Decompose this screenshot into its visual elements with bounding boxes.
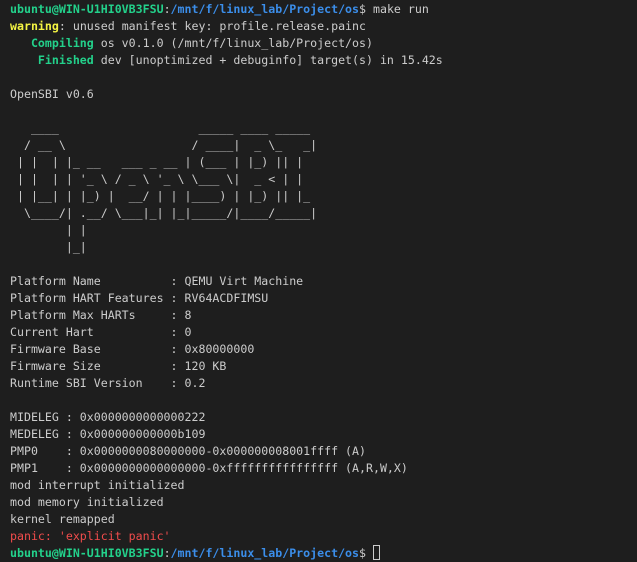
- register-line: PMP0 : 0x0000000080000000-0x000000008001…: [10, 444, 366, 458]
- compiling-label: Compiling: [10, 36, 94, 50]
- user-host: ubuntu@WIN-U1HI0VB3FSU: [10, 546, 164, 560]
- compiling-text: os v0.1.0 (/mnt/f/linux_lab/Project/os): [93, 36, 373, 50]
- terminal[interactable]: ubuntu@WIN-U1HI0VB3FSU:/mnt/f/linux_lab/…: [0, 0, 637, 562]
- panic-message: panic: 'explicit panic': [10, 529, 171, 543]
- compiling-line: Compiling os v0.1.0 (/mnt/f/linux_lab/Pr…: [10, 35, 637, 52]
- platform-info-line: Runtime SBI Version : 0.2: [10, 376, 206, 390]
- kernel-log-line: mod interrupt initialized: [10, 478, 185, 492]
- warning-text: : unused manifest key: profile.release.p…: [58, 19, 366, 33]
- finished-text: dev [unoptimized + debuginfo] target(s) …: [93, 53, 443, 67]
- prompt-line[interactable]: ubuntu@WIN-U1HI0VB3FSU:/mnt/f/linux_lab/…: [10, 545, 637, 562]
- kernel-log-line: mod memory initialized: [10, 495, 164, 509]
- platform-info-line: Platform Name : QEMU Virt Machine: [10, 274, 304, 288]
- user-host: ubuntu@WIN-U1HI0VB3FSU: [10, 2, 164, 16]
- register-line: PMP1 : 0x0000000000000000-0xffffffffffff…: [10, 461, 408, 475]
- logo-line: |_|: [10, 240, 87, 254]
- register-line: MEDELEG : 0x000000000000b109: [10, 427, 206, 441]
- platform-info-line: Platform Max HARTs : 8: [10, 308, 192, 322]
- opensbi-version: OpenSBI v0.6: [10, 87, 94, 101]
- prompt-symbol: $: [359, 2, 366, 16]
- logo-line: | |__| | |_) | __/ | | |____) | |_) || |…: [10, 189, 311, 203]
- register-line: MIDELEG : 0x0000000000000222: [10, 410, 206, 424]
- logo-line: | |: [10, 223, 87, 237]
- platform-info-line: Platform HART Features : RV64ACDFIMSU: [10, 291, 269, 305]
- prompt-line: ubuntu@WIN-U1HI0VB3FSU:/mnt/f/linux_lab/…: [10, 2, 429, 16]
- warning-label: warning: [10, 19, 59, 33]
- logo-line: | | | | '_ \ / _ \ '_ \ \___ \| _ < | |: [10, 172, 304, 186]
- prompt-symbol: $: [359, 546, 366, 560]
- logo-line: \____/| .__/ \___|_| |_|_____/|____/____…: [10, 206, 318, 220]
- logo-line: ____ _____ ____ _____: [10, 121, 311, 135]
- cwd-path: /mnt/f/linux_lab/Project/os: [170, 2, 360, 16]
- cursor[interactable]: [372, 545, 380, 560]
- logo-line: / __ \ / ____| _ \_ _|: [10, 138, 318, 152]
- kernel-log-line: kernel remapped: [10, 512, 115, 526]
- finished-line: Finished dev [unoptimized + debuginfo] t…: [10, 52, 637, 69]
- platform-info-line: Current Hart : 0: [10, 325, 192, 339]
- cwd-path: /mnt/f/linux_lab/Project/os: [170, 546, 360, 560]
- platform-info-line: Firmware Size : 120 KB: [10, 359, 227, 373]
- finished-label: Finished: [10, 53, 94, 67]
- command: make run: [372, 2, 429, 16]
- opensbi-logo: ____ _____ ____ _____ / __ \ / ____| _ \…: [10, 120, 637, 256]
- logo-line: | | | |_ __ ___ _ __ | (___ | |_) || |: [10, 155, 304, 169]
- warning-line: warning: unused manifest key: profile.re…: [10, 18, 637, 35]
- platform-info-line: Firmware Base : 0x80000000: [10, 342, 255, 356]
